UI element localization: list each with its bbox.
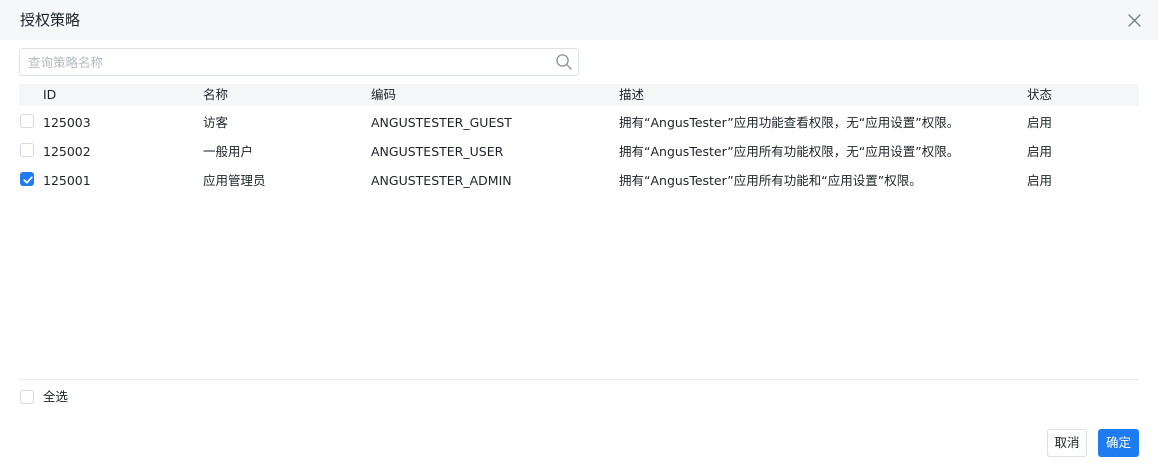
column-header-status: 状态 xyxy=(1027,87,1053,102)
cell-code: ANGUSTESTER_GUEST xyxy=(371,115,512,130)
cell-description: 拥有“AngusTester”应用所有功能和“应用设置”权限。 xyxy=(619,173,922,188)
select-all-checkbox[interactable] xyxy=(20,390,34,404)
cell-id: 125003 xyxy=(43,115,91,130)
close-button[interactable] xyxy=(1123,9,1145,31)
cell-description: 拥有“AngusTester”应用功能查看权限，无“应用设置”权限。 xyxy=(619,115,960,130)
cell-name: 应用管理员 xyxy=(203,173,266,188)
row-checkbox[interactable] xyxy=(20,143,34,157)
table-row[interactable]: 125002 一般用户 ANGUSTESTER_USER 拥有“AngusTes… xyxy=(19,137,1139,165)
cell-id: 125002 xyxy=(43,144,91,159)
close-icon xyxy=(1128,14,1141,27)
cell-name: 访客 xyxy=(203,115,229,130)
search-box xyxy=(19,48,579,76)
column-header-code: 编码 xyxy=(371,87,397,102)
select-all[interactable]: 全选 xyxy=(19,386,119,408)
cell-status: 启用 xyxy=(1027,173,1053,188)
dialog-header: 授权策略 xyxy=(0,0,1158,40)
row-checkbox[interactable] xyxy=(20,114,34,128)
table-header: ID 名称 编码 描述 状态 xyxy=(19,84,1139,106)
cancel-button[interactable]: 取消 xyxy=(1047,429,1087,457)
table-row[interactable]: 125001 应用管理员 ANGUSTESTER_ADMIN 拥有“AngusT… xyxy=(19,166,1139,194)
footer-divider xyxy=(19,379,1139,380)
cell-code: ANGUSTESTER_USER xyxy=(371,144,504,159)
table-row[interactable]: 125003 访客 ANGUSTESTER_GUEST 拥有“AngusTest… xyxy=(19,108,1139,136)
cell-code: ANGUSTESTER_ADMIN xyxy=(371,173,512,188)
cell-description: 拥有“AngusTester”应用所有功能权限，无“应用设置”权限。 xyxy=(619,144,960,159)
column-header-id: ID xyxy=(43,87,57,102)
cell-status: 启用 xyxy=(1027,115,1053,130)
cell-name: 一般用户 xyxy=(203,144,254,159)
cell-status: 启用 xyxy=(1027,144,1053,159)
dialog-title: 授权策略 xyxy=(20,11,81,29)
check-icon xyxy=(23,176,33,184)
column-header-name: 名称 xyxy=(203,87,229,102)
search-input[interactable] xyxy=(28,49,548,75)
select-all-label: 全选 xyxy=(43,389,69,404)
row-checkbox-checked[interactable] xyxy=(20,172,34,186)
search-icon[interactable] xyxy=(555,53,573,71)
confirm-button[interactable]: 确定 xyxy=(1098,429,1139,457)
column-header-description: 描述 xyxy=(619,87,645,102)
cell-id: 125001 xyxy=(43,173,91,188)
